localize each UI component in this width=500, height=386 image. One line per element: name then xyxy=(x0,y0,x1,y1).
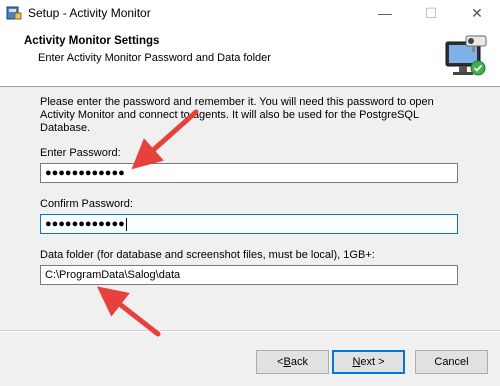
data-folder-value: C:\ProgramData\Salog\data xyxy=(45,269,181,281)
close-icon: ✕ xyxy=(471,4,483,21)
page-title: Activity Monitor Settings xyxy=(24,35,160,47)
cancel-button-label: Cancel xyxy=(434,356,469,368)
installer-icon xyxy=(6,6,22,20)
maximize-icon: ☐ xyxy=(424,4,438,21)
minimize-icon: — xyxy=(378,5,392,21)
enter-password-value: ●●●●●●●●●●●● xyxy=(45,167,125,179)
back-button[interactable]: < Back xyxy=(256,350,329,374)
setup-window: Setup - Activity Monitor — ☐ ✕ Activity … xyxy=(0,0,500,386)
confirm-password-field[interactable]: ●●●●●●●●●●●● xyxy=(40,214,458,234)
next-button-accel: N xyxy=(352,356,361,368)
confirm-password-label: Confirm Password: xyxy=(40,198,133,210)
window-title: Setup - Activity Monitor xyxy=(28,6,151,20)
back-button-rest: ack xyxy=(290,356,308,368)
maximize-button[interactable]: ☐ xyxy=(408,0,454,26)
wizard-header: Activity Monitor Settings Enter Activity… xyxy=(0,26,500,87)
window-controls: — ☐ ✕ xyxy=(362,0,500,26)
close-button[interactable]: ✕ xyxy=(454,0,500,26)
data-folder-field[interactable]: C:\ProgramData\Salog\data xyxy=(40,265,458,285)
minimize-button[interactable]: — xyxy=(362,0,408,26)
bottom-divider xyxy=(0,330,500,332)
arrow-to-data-folder xyxy=(96,286,161,337)
page-subtitle: Enter Activity Monitor Password and Data… xyxy=(38,52,271,64)
title-bar: Setup - Activity Monitor — ☐ ✕ xyxy=(0,0,500,26)
back-button-accel: B xyxy=(283,356,291,368)
data-folder-label: Data folder (for database and screenshot… xyxy=(40,249,375,261)
cancel-button[interactable]: Cancel xyxy=(415,350,488,374)
confirm-password-value: ●●●●●●●●●●●● xyxy=(45,218,125,230)
monitor-camera-icon xyxy=(445,35,487,76)
enter-password-field[interactable]: ●●●●●●●●●●●● xyxy=(40,163,458,183)
instructions-text: Please enter the password and remember i… xyxy=(40,96,434,134)
next-button-rest: ext > xyxy=(360,356,385,368)
next-button[interactable]: Next > xyxy=(332,350,405,374)
enter-password-label: Enter Password: xyxy=(40,147,121,159)
text-caret xyxy=(125,217,127,231)
